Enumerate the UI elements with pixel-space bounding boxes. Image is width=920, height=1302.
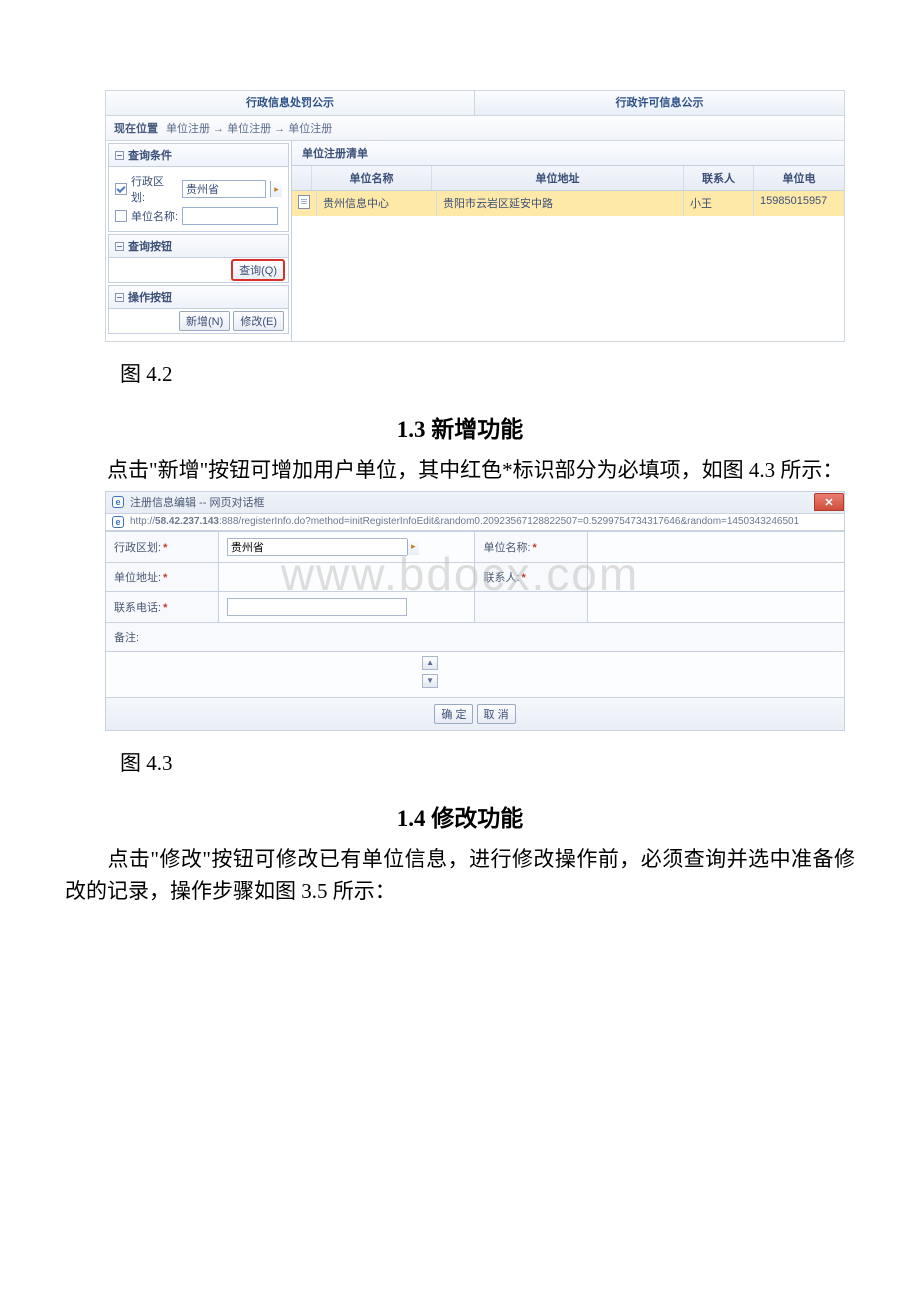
cancel-button[interactable]: 取 消 — [477, 704, 516, 724]
tab-punish-info[interactable]: 行政信息处罚公示 — [106, 91, 475, 115]
url-rest: :888/registerInfo.do?method=initRegister… — [219, 516, 799, 527]
unitname-label: 单位名称: — [131, 208, 178, 224]
panel-title: 查询按钮 — [128, 238, 172, 254]
col-unit-name: 单位名称 — [312, 166, 432, 190]
unitname-input[interactable] — [182, 207, 278, 225]
fig-4-2-screenshot: 行政信息处罚公示 行政许可信息公示 现在位置 单位注册 → 单位注册 → 单位注… — [105, 90, 845, 342]
panel-query-conditions: 查询条件 行政区划: ▸ 单位名称: — [108, 143, 289, 232]
phone-field[interactable] — [227, 598, 407, 616]
collapse-icon[interactable] — [115, 242, 124, 251]
fig-4-3-screenshot: e 注册信息编辑 -- 网页对话框 ✕ e http://58.42.237.1… — [105, 491, 845, 731]
edit-form: 行政区划:* ▸ 单位名称:* 单位地址:* 联系人:* 联系电话:* — [105, 531, 845, 652]
label-unit-name: 单位名称: — [483, 542, 530, 554]
close-icon[interactable]: ✕ — [814, 493, 844, 511]
ok-button[interactable]: 确 定 — [434, 704, 473, 724]
breadcrumb-label: 现在位置 — [114, 120, 158, 136]
right-pane: 单位注册清单 单位名称 单位地址 联系人 单位电 贵州信息中心 贵阳市云岩区延安… — [292, 141, 844, 341]
breadcrumb-path: 单位注册 → 单位注册 → 单位注册 — [166, 120, 332, 136]
edit-button[interactable]: 修改(E) — [233, 311, 284, 331]
add-button[interactable]: 新增(N) — [179, 311, 230, 331]
panel-title: 操作按钮 — [128, 289, 172, 305]
dialog-title-bar: e 注册信息编辑 -- 网页对话框 ✕ — [105, 491, 845, 513]
remark-textarea[interactable]: ▲ ▼ — [105, 652, 845, 698]
paragraph-add-feature: 点击"新增"按钮可增加用户单位，其中红色*标识部分为必填项，如图 4.3 所示： — [65, 454, 855, 487]
region-label: 行政区划: — [131, 173, 178, 205]
unitname-checkbox[interactable] — [115, 210, 127, 222]
list-title: 单位注册清单 — [302, 145, 368, 161]
figure-caption-4-3: 图 4.3 — [65, 731, 855, 781]
figure-caption-4-2: 图 4.2 — [65, 342, 855, 392]
section-heading-1-4: 1.4 修改功能 — [65, 781, 855, 843]
cell-phone: 15985015957 — [754, 191, 844, 216]
breadcrumb: 现在位置 单位注册 → 单位注册 → 单位注册 — [106, 115, 844, 141]
collapse-icon[interactable] — [115, 151, 124, 160]
label-unit-addr: 单位地址: — [114, 572, 161, 584]
table-row[interactable]: 贵州信息中心 贵阳市云岩区延安中路 小王 15985015957 — [292, 191, 844, 216]
ie-icon: e — [112, 516, 124, 528]
top-tabs: 行政信息处罚公示 行政许可信息公示 — [106, 91, 844, 115]
col-phone: 单位电 — [754, 166, 844, 190]
label-contact: 联系人: — [483, 572, 519, 584]
label-region: 行政区划: — [114, 542, 161, 554]
scroll-down-icon[interactable]: ▼ — [422, 674, 438, 688]
collapse-icon[interactable] — [115, 293, 124, 302]
row-doc-icon — [298, 195, 310, 209]
panel-operation-buttons: 操作按钮 新增(N) 修改(E) — [108, 285, 289, 334]
dialog-title: 注册信息编辑 -- 网页对话框 — [130, 494, 264, 510]
url-host: 58.42.237.143 — [155, 516, 219, 527]
region-checkbox[interactable] — [115, 183, 127, 195]
region-tree-icon[interactable]: ▸ — [270, 181, 282, 197]
table-header: 单位名称 单位地址 联系人 单位电 — [292, 166, 844, 191]
scroll-up-icon[interactable]: ▲ — [422, 656, 438, 670]
left-pane: 查询条件 行政区划: ▸ 单位名称: — [106, 141, 292, 341]
cell-unit-addr: 贵阳市云岩区延安中路 — [437, 191, 684, 216]
col-unit-addr: 单位地址 — [432, 166, 684, 190]
panel-query-buttons: 查询按钮 查询(Q) — [108, 234, 289, 283]
label-remark: 备注: — [114, 632, 139, 644]
label-phone: 联系电话: — [114, 602, 161, 614]
url-prefix: http:// — [130, 516, 155, 527]
col-blank — [292, 166, 312, 190]
col-contact: 联系人 — [684, 166, 754, 190]
panel-title: 查询条件 — [128, 147, 172, 163]
region-field[interactable] — [227, 538, 407, 556]
query-button[interactable]: 查询(Q) — [232, 260, 284, 280]
paragraph-edit-feature: 点击"修改"按钮可修改已有单位信息，进行修改操作前，必须查询并选中准备修改的记录… — [65, 843, 855, 908]
dialog-footer: 确 定 取 消 — [105, 698, 845, 731]
url-bar: e http://58.42.237.143:888/registerInfo.… — [105, 513, 845, 531]
region-input[interactable] — [182, 180, 266, 198]
tab-permit-info[interactable]: 行政许可信息公示 — [475, 91, 844, 115]
ie-icon: e — [112, 496, 124, 508]
region-tree-icon[interactable]: ▸ — [407, 539, 419, 555]
cell-contact: 小王 — [684, 191, 754, 216]
section-heading-1-3: 1.3 新增功能 — [65, 392, 855, 454]
cell-unit-name: 贵州信息中心 — [317, 191, 437, 216]
